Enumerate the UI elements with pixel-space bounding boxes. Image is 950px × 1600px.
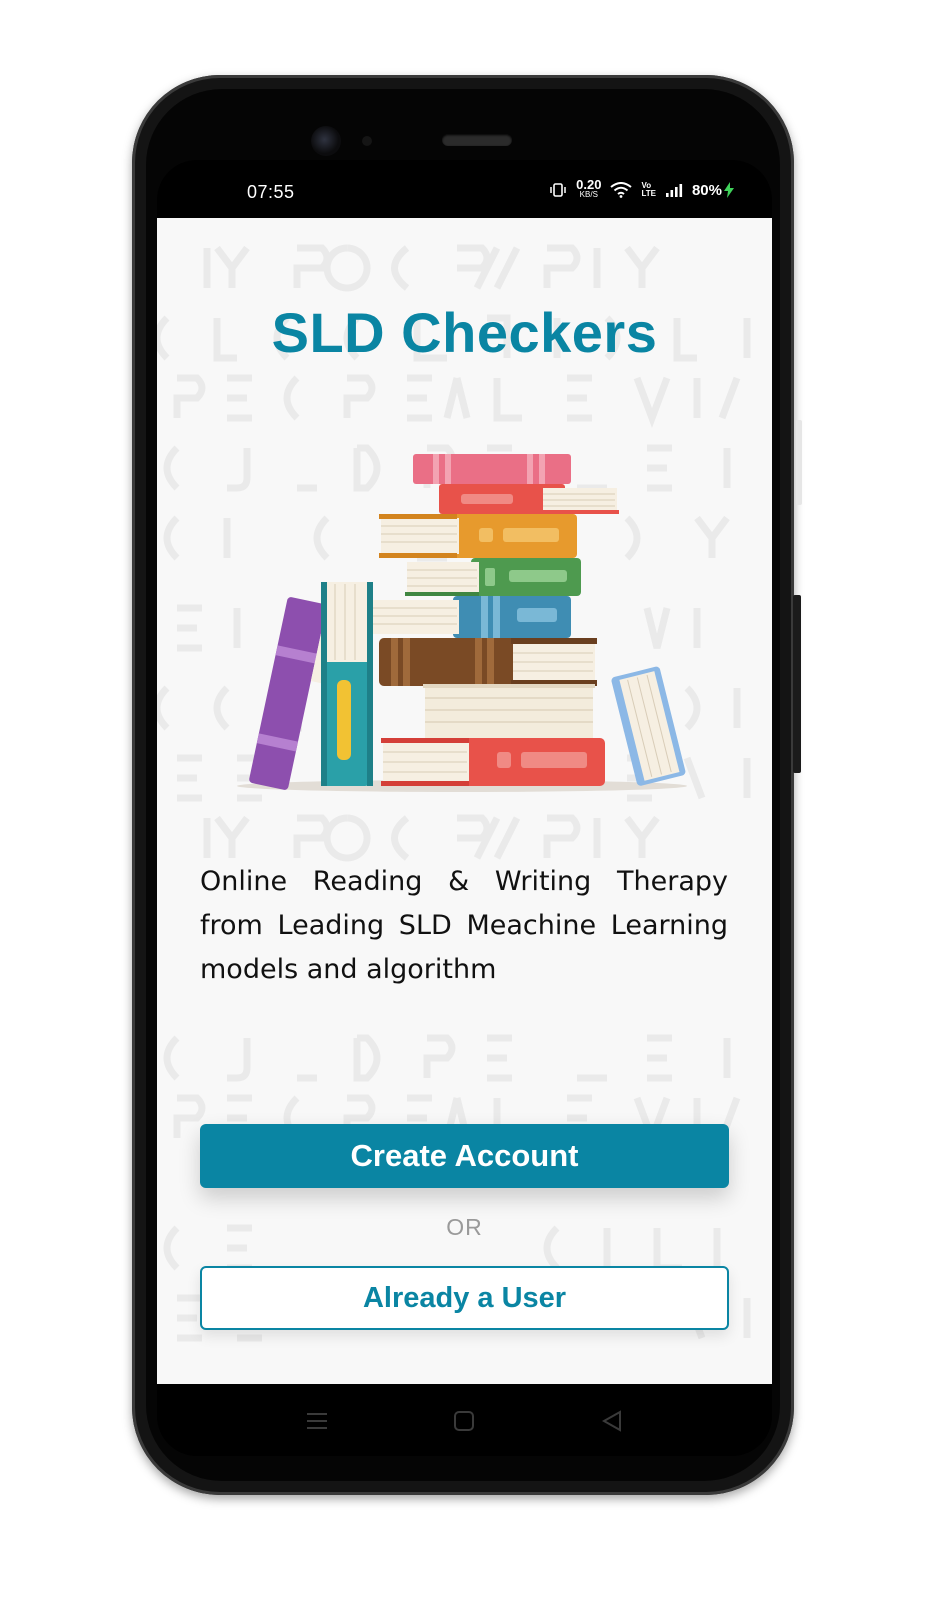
vibrate-icon — [550, 183, 566, 197]
home-square-icon-graphic — [454, 1411, 474, 1431]
earpiece-speaker — [442, 134, 512, 146]
book-stack-illustration — [237, 454, 687, 792]
charging-bolt-icon — [724, 182, 734, 198]
system-nav-bar — [157, 1384, 772, 1456]
letter-pattern-graphic — [157, 244, 751, 1342]
network-speed: 0.20 KB/S — [576, 177, 602, 200]
or-divider-text: OR — [446, 1214, 483, 1240]
wifi-icon — [610, 182, 633, 198]
status-icons: 0.20 KB/S Vo LTE 80% — [549, 177, 734, 200]
home-square-icon[interactable] — [449, 1406, 479, 1436]
battery-indicator: 80% — [692, 182, 734, 199]
network-speed-unit: KB/S — [579, 190, 598, 199]
already-user-button[interactable]: Already a User — [200, 1266, 729, 1330]
app-title: SLD Checkers — [271, 301, 658, 364]
app-screen: SLD Checkers Online Reading & Writing Th… — [157, 218, 772, 1384]
volte-indicator: Vo LTE — [641, 182, 656, 198]
signal-icon — [665, 184, 683, 197]
background-pattern — [157, 218, 772, 1384]
proximity-sensor — [362, 136, 372, 146]
back-triangle-icon[interactable] — [597, 1406, 627, 1436]
front-camera-icon — [311, 126, 341, 156]
status-bar: 07:55 0.20 KB/S Vo LTE 80% — [157, 160, 772, 218]
app-tagline: Online Reading & Writing Therapy from Le… — [200, 866, 728, 985]
battery-percent: 80% — [691, 181, 722, 199]
volte-bottom: LTE — [641, 189, 656, 198]
side-button-upper — [796, 420, 802, 505]
status-time: 07:55 — [247, 182, 295, 202]
create-account-button[interactable]: Create Account — [200, 1124, 729, 1188]
side-button-lower — [793, 595, 801, 773]
network-speed-value: 0.20 — [576, 177, 602, 192]
menu-icon[interactable] — [302, 1406, 332, 1436]
menu-icon-graphic — [307, 1413, 327, 1429]
back-triangle-icon-graphic — [601, 1410, 621, 1432]
